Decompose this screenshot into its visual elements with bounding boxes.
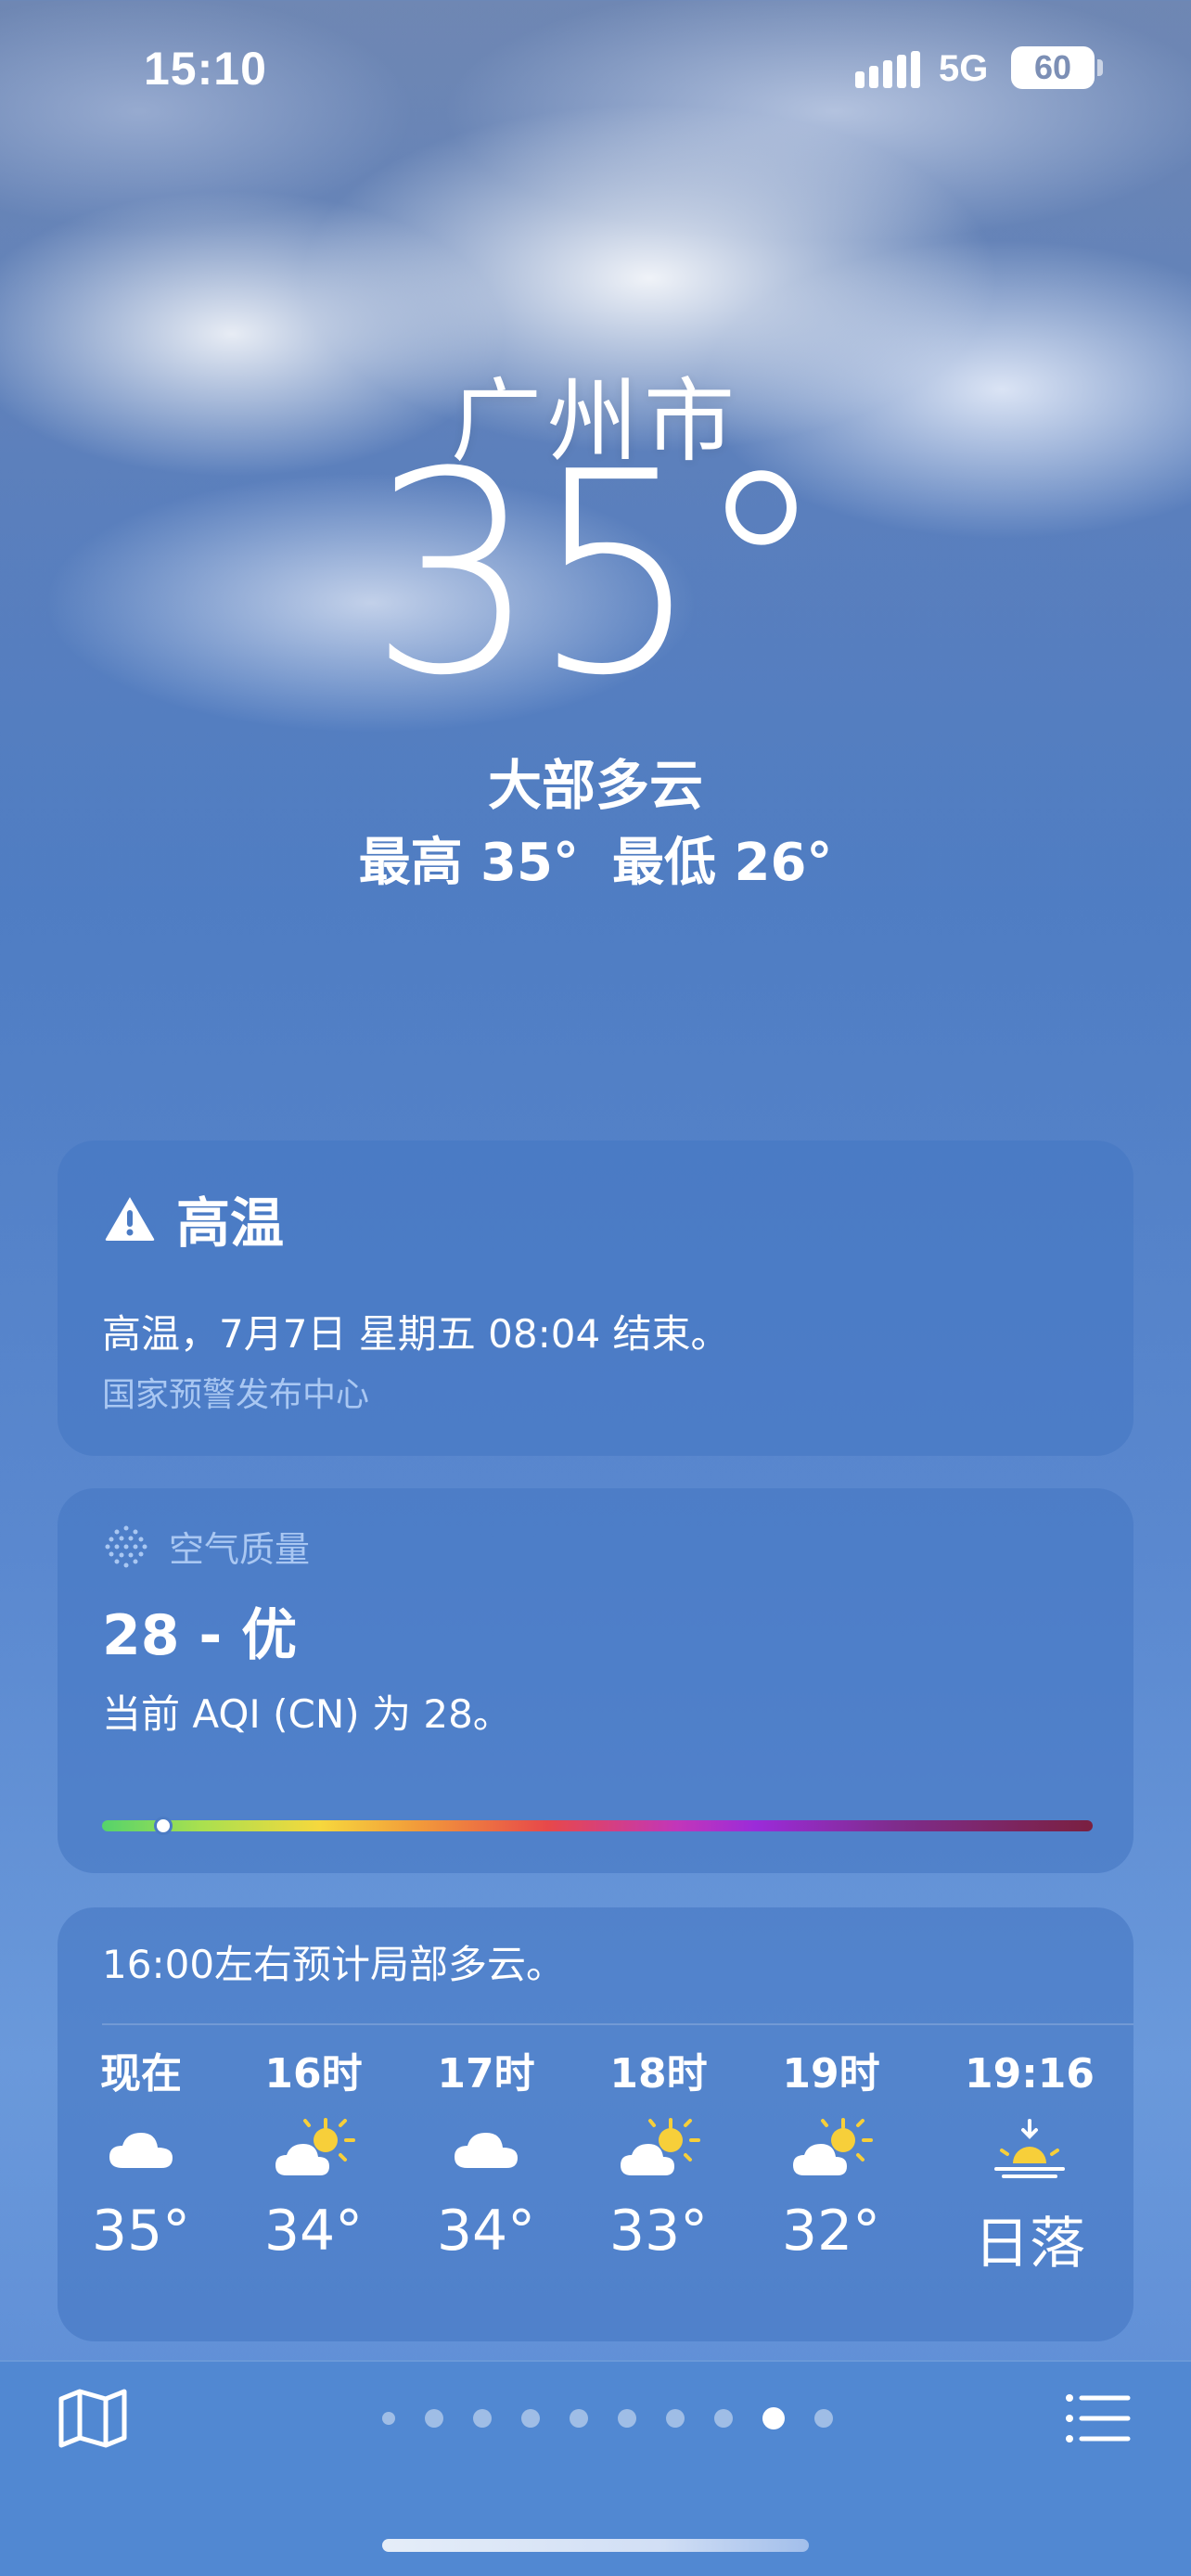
hour-temp: 34°: [436, 2199, 536, 2264]
page-dot[interactable]: [425, 2409, 443, 2428]
high-temp: 最高 35°: [358, 833, 579, 893]
hour-item: 19:16 日落: [937, 2047, 1122, 2279]
hour-temp: 33°: [608, 2199, 709, 2264]
cloud-icon: [403, 2102, 570, 2195]
aqi-header: 空气质量: [104, 1521, 310, 1572]
hour-time: 18时: [609, 2050, 708, 2098]
alert-title-row: 高温: [104, 1180, 284, 1257]
hour-time: 现在: [100, 2050, 182, 2098]
hourly-forecast-card[interactable]: 16:00左右预计局部多云。 现在 35° 16时 34° 17时 34° 18…: [58, 1907, 1133, 2341]
weather-alert-card[interactable]: 高温 高温，7月7日 星期五 08:04 结束。 国家预警发布中心: [58, 1141, 1133, 1456]
page-dot[interactable]: [382, 2412, 395, 2425]
high-low: 最高 35° 最低 26°: [0, 821, 1191, 896]
hour-item: 17时 34°: [403, 2047, 570, 2264]
divider: [102, 2023, 1133, 2025]
hour-item: 现在 35°: [58, 2047, 224, 2264]
hour-temp: 35°: [91, 2199, 191, 2264]
condition-text: 大部多云: [487, 754, 703, 817]
alert-description: 高温，7月7日 星期五 08:04 结束。: [102, 1311, 730, 1357]
page-indicator[interactable]: [367, 2407, 848, 2429]
hour-time: 17时: [437, 2050, 535, 2098]
aqi-dots-icon: [105, 1525, 147, 1567]
aqi-description: 当前 AQI (CN) 为 28。: [102, 1691, 512, 1737]
page-dot-active[interactable]: [762, 2407, 785, 2429]
air-quality-card[interactable]: 空气质量 28 - 优 当前 AQI (CN) 为 28。: [58, 1488, 1133, 1873]
aqi-marker: [154, 1817, 173, 1835]
alert-source: 国家预警发布中心: [102, 1376, 370, 1414]
battery-icon: 60: [1011, 46, 1095, 89]
page-dot[interactable]: [814, 2409, 833, 2428]
partly-cloudy-icon: [230, 2102, 397, 2195]
hour-time: 19:16: [964, 2050, 1095, 2098]
hour-temp: 34°: [263, 2199, 364, 2264]
battery-level: 60: [1033, 48, 1072, 86]
alert-title: 高温: [176, 1192, 285, 1255]
page-dot[interactable]: [521, 2409, 540, 2428]
current-temperature: 35°: [368, 413, 827, 736]
page-dot[interactable]: [473, 2409, 492, 2428]
aqi-value: 28 - 优: [102, 1603, 298, 1668]
partly-cloudy-icon: [748, 2102, 915, 2195]
battery-nub: [1097, 59, 1103, 76]
warning-icon: [105, 1197, 155, 1241]
page-dot[interactable]: [666, 2409, 685, 2428]
page-dot[interactable]: [570, 2409, 588, 2428]
hour-item: 16时 34°: [230, 2047, 397, 2264]
hour-time: 19时: [782, 2050, 880, 2098]
cloud-icon: [58, 2102, 224, 2195]
home-indicator[interactable]: [382, 2539, 809, 2552]
hour-temp: 日落: [974, 2212, 1085, 2276]
hour-temp: 32°: [781, 2199, 881, 2264]
page-dot[interactable]: [714, 2409, 733, 2428]
page-dot[interactable]: [618, 2409, 636, 2428]
network-type: 5G: [939, 48, 989, 89]
low-temp: 最低 26°: [612, 833, 833, 893]
aqi-header-label: 空气质量: [169, 1529, 311, 1570]
sunset-icon: [937, 2102, 1122, 2195]
partly-cloudy-icon: [575, 2102, 742, 2195]
status-time: 15:10: [144, 43, 267, 95]
status-bar: 15:10 5G 60: [0, 0, 1191, 139]
cellular-signal-icon: [855, 51, 920, 88]
list-icon[interactable]: [1065, 2392, 1132, 2444]
map-icon[interactable]: [58, 2388, 128, 2449]
hour-time: 16时: [264, 2050, 363, 2098]
hour-item: 19时 32°: [748, 2047, 915, 2264]
hour-item: 18时 33°: [575, 2047, 742, 2264]
hourly-summary: 16:00左右预计局部多云。: [102, 1942, 566, 1987]
aqi-scale-bar: [102, 1820, 1093, 1831]
